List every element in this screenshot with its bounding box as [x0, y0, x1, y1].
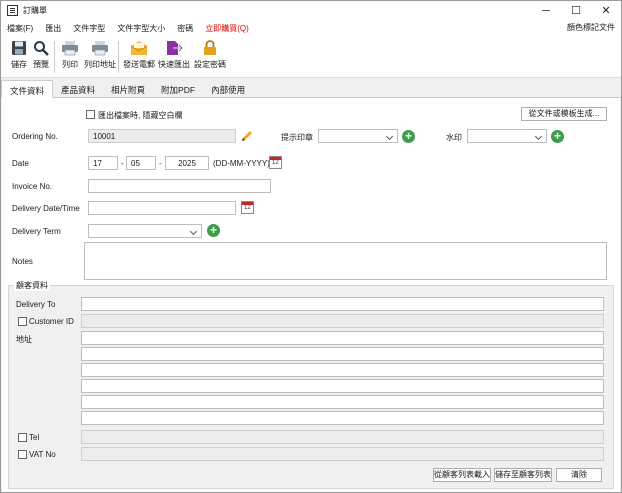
quick-export-button[interactable]: 快速匯出	[156, 39, 192, 70]
maximize-button[interactable]: ☐	[561, 1, 591, 20]
set-password-label: 設定密碼	[194, 60, 226, 69]
tab-document-info[interactable]: 文件資料	[1, 80, 54, 98]
window-title: 訂購單	[23, 6, 47, 15]
close-button[interactable]: ✕	[591, 1, 621, 20]
date-day-field[interactable]: 17	[88, 156, 118, 170]
print-address-label: 列印地址	[84, 60, 116, 69]
delivery-date-label: Delivery Date/Time	[12, 204, 80, 213]
calendar-icon[interactable]	[241, 201, 254, 214]
quick-export-label: 快速匯出	[158, 60, 190, 69]
menu-file[interactable]: 檔案(F)	[1, 23, 39, 34]
hide-blank-label: 匯出檔案時, 隱藏空白欄	[98, 111, 183, 120]
stamp-label: 提示印章	[281, 133, 313, 142]
print-address-button[interactable]: 列印地址	[82, 39, 118, 70]
delivery-date-field[interactable]	[88, 201, 236, 215]
vat-checkbox[interactable]	[18, 450, 27, 459]
tab-product-info[interactable]: 產品資料	[53, 80, 103, 98]
customer-id-field[interactable]	[81, 314, 604, 328]
load-from-customer-list-button[interactable]: 從顧客列表載入	[433, 468, 491, 482]
generate-from-template-button[interactable]: 從文件或模板生成...	[521, 107, 607, 121]
toolbar-divider	[118, 41, 119, 73]
print-label: 列印	[62, 60, 78, 69]
delivery-term-label: Delivery Term	[12, 227, 61, 236]
printer-icon	[61, 39, 79, 57]
tab-bar: 文件資料 產品資料 相片附頁 附加PDF 內部使用	[1, 80, 621, 98]
pencil-icon[interactable]	[240, 129, 254, 143]
menu-font[interactable]: 文件字型	[67, 23, 111, 34]
address-line-1[interactable]	[81, 331, 604, 345]
tab-attach-pdf[interactable]: 附加PDF	[153, 80, 203, 98]
document-info-panel: 匯出檔案時, 隱藏空白欄 從文件或模板生成... Ordering No. 10…	[2, 98, 620, 492]
stamp-select[interactable]	[318, 129, 398, 143]
preview-label: 預覽	[33, 60, 49, 69]
address-line-2[interactable]	[81, 347, 604, 361]
customer-id-checkbox[interactable]	[18, 317, 27, 326]
magnifier-icon	[32, 39, 50, 57]
date-year-field[interactable]: 2025	[165, 156, 209, 170]
ordering-no-field[interactable]: 10001	[88, 129, 236, 143]
notes-textarea[interactable]	[84, 242, 607, 280]
menu-buy-now[interactable]: 立即購買(Q)	[199, 23, 255, 34]
add-stamp-icon[interactable]: +	[402, 130, 415, 143]
vat-field[interactable]	[81, 447, 604, 461]
address-line-5[interactable]	[81, 395, 604, 409]
tel-checkbox[interactable]	[18, 433, 27, 442]
export-icon	[165, 39, 183, 57]
clear-button[interactable]: 清除	[556, 468, 602, 482]
minimize-button[interactable]: ─	[531, 1, 561, 20]
invoice-no-field[interactable]	[88, 179, 271, 193]
date-separator: -	[159, 159, 162, 168]
address-label: 地址	[16, 335, 32, 344]
customer-info-group: 顧客資料 Delivery To Customer ID 地址 Tel VAT …	[8, 280, 614, 489]
save-to-customer-list-button[interactable]: 儲存至顧客列表	[494, 468, 552, 482]
date-label: Date	[12, 159, 29, 168]
invoice-no-label: Invoice No.	[12, 182, 53, 191]
ordering-no-label: Ordering No.	[12, 132, 58, 141]
envelope-icon	[130, 39, 148, 57]
menu-export[interactable]: 匯出	[39, 23, 67, 34]
add-watermark-icon[interactable]: +	[551, 130, 564, 143]
menu-font-size[interactable]: 文件字型大小	[111, 23, 171, 34]
hide-blank-checkbox[interactable]	[86, 110, 95, 119]
date-month-field[interactable]: 05	[126, 156, 156, 170]
address-line-3[interactable]	[81, 363, 604, 377]
customer-group-title: 顧客資料	[14, 280, 50, 291]
document-icon	[7, 5, 18, 16]
date-separator: -	[121, 159, 124, 168]
printer-icon	[91, 39, 109, 57]
customer-id-label: Customer ID	[29, 317, 74, 326]
date-format-hint: (DD-MM-YYYY)	[213, 159, 270, 168]
watermark-select[interactable]	[467, 129, 547, 143]
menu-bar: 檔案(F) 匯出 文件字型 文件字型大小 密碼 立即購買(Q) 顏色標記文件	[1, 20, 621, 36]
set-password-button[interactable]: 設定密碼	[192, 39, 228, 70]
calendar-icon[interactable]	[269, 156, 282, 169]
tel-field[interactable]	[81, 430, 604, 444]
send-email-label: 發送電郵	[123, 60, 155, 69]
add-delivery-term-icon[interactable]: +	[207, 224, 220, 237]
delivery-term-select[interactable]	[88, 224, 202, 238]
notes-label: Notes	[12, 257, 33, 266]
menu-password[interactable]: 密碼	[171, 23, 199, 34]
send-email-button[interactable]: 發送電郵	[121, 39, 157, 70]
delivery-to-label: Delivery To	[16, 300, 56, 309]
title-bar: 訂購單 ─ ☐ ✕	[1, 1, 621, 20]
lock-icon	[201, 39, 219, 57]
menu-color-tag[interactable]: 顏色標記文件	[567, 22, 615, 33]
vat-label: VAT No	[29, 450, 56, 459]
address-line-6[interactable]	[81, 411, 604, 425]
watermark-label: 水印	[446, 133, 462, 142]
tel-label: Tel	[29, 433, 40, 442]
tab-internal-use[interactable]: 內部使用	[203, 80, 253, 98]
delivery-to-field[interactable]	[81, 297, 604, 311]
address-line-4[interactable]	[81, 379, 604, 393]
tab-photo-attachments[interactable]: 相片附頁	[103, 80, 153, 98]
app-window: 訂購單 ─ ☐ ✕ 檔案(F) 匯出 文件字型 文件字型大小 密碼 立即購買(Q…	[0, 0, 622, 493]
toolbar: 儲存 預覽 列印 列印地址 發送電郵 快速匯出 設定密碼	[1, 36, 621, 78]
